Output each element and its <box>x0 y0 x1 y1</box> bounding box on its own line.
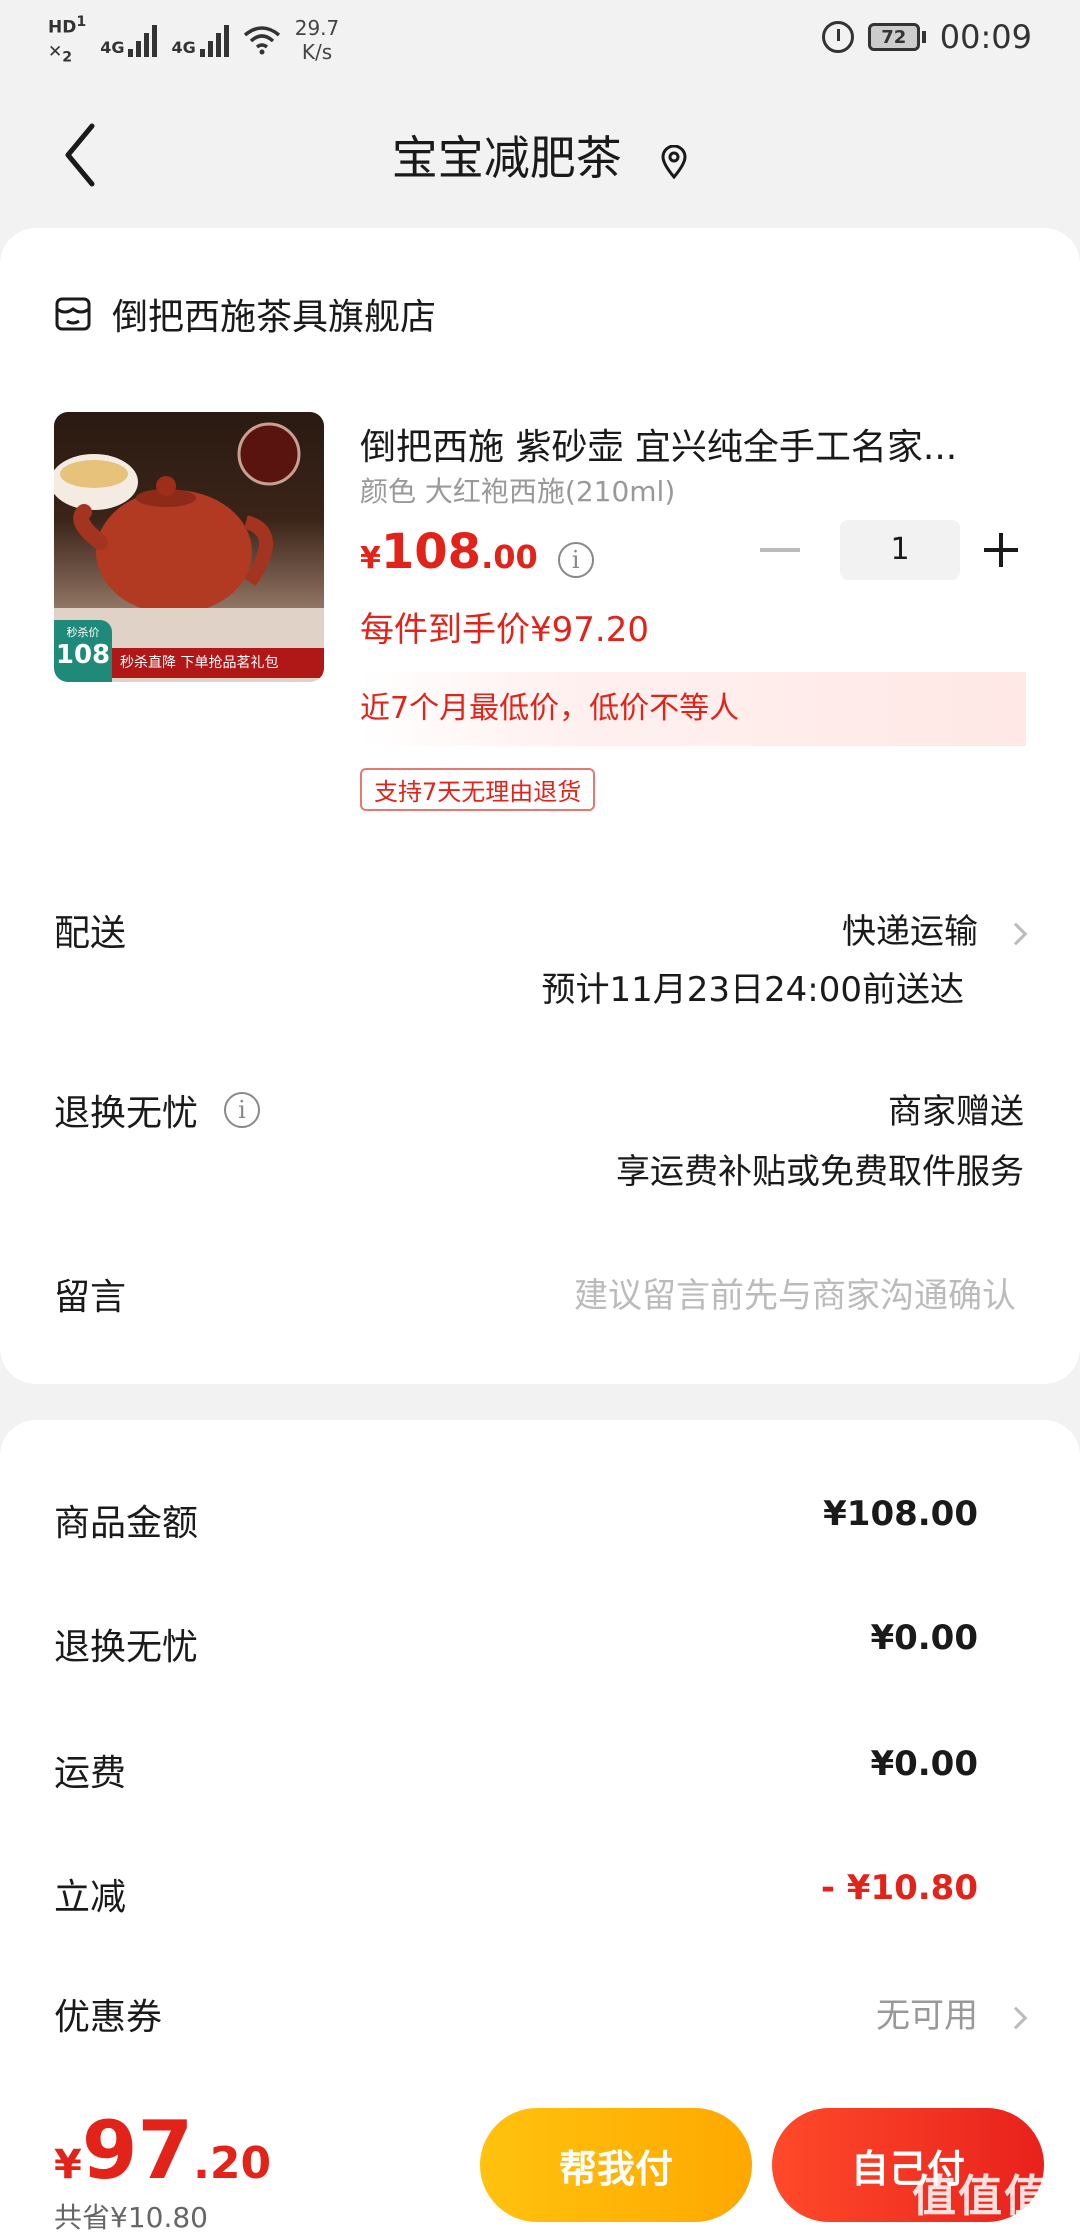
watermark: 值值值 zhizhizhi.com <box>912 2160 1050 2240</box>
total-saved: 共省¥10.80 <box>54 2201 208 2234</box>
alarm-icon <box>821 21 854 53</box>
chevron-right-icon <box>1004 922 1028 945</box>
shipping-value: ¥0.00 <box>870 1744 978 1784</box>
order-card: 倒把西施茶具旗舰店 秒杀价 108 秒杀直降 下单抢品茗礼包 倒把西施 紫砂壶 … <box>0 228 1080 1384</box>
location-pin-icon <box>661 144 687 179</box>
increase-button[interactable] <box>984 530 1024 570</box>
chevron-right-icon <box>1004 2006 1028 2029</box>
shop-header[interactable]: 倒把西施茶具旗舰店 <box>54 288 436 340</box>
per-item-price: 每件到手价¥97.20 <box>360 610 649 650</box>
price-summary-card: 商品金额 ¥108.00 退换无忧 ¥0.00 运费 ¥0.00 立减 - ¥1… <box>0 1420 1080 2140</box>
delivery-label: 配送 <box>54 913 127 954</box>
product-spec[interactable]: 颜色 大红袍西施(210ml) <box>360 470 675 510</box>
flash-sale-badge: 秒杀价 108 <box>54 620 112 682</box>
checkout-bar: ¥ 97 .20 共省¥10.80 帮我付 自己付 值值值 zhizhizhi.… <box>0 2090 1080 2240</box>
flash-sale-label: 秒杀价 <box>66 626 100 639</box>
price-decimal: .00 <box>481 538 538 576</box>
speed-unit: K/s <box>301 39 333 64</box>
watermark-url: zhizhizhi.com <box>913 2224 1049 2240</box>
product-price: ¥ 108 .00 i <box>360 524 594 580</box>
sim2-label: 2 <box>62 49 73 66</box>
net1-label: 4G <box>100 37 125 57</box>
price-info-icon[interactable]: i <box>557 542 594 578</box>
battery-level: 72 <box>867 23 920 51</box>
battery-icon: 72 <box>867 23 926 51</box>
network-speed: 29.7 K/s <box>295 16 340 64</box>
product-title[interactable]: 倒把西施 紫砂壶 宜兴纯全手工名家... <box>360 418 1000 470</box>
speed-value: 29.7 <box>294 15 340 40</box>
help-pay-button[interactable]: 帮我付 <box>480 2108 752 2222</box>
store-icon <box>55 297 91 331</box>
returns-fee-label: 退换无忧 <box>54 1627 199 1668</box>
quantity-stepper: 1 <box>760 520 1024 580</box>
total-price: ¥ 97 .20 <box>54 2104 271 2197</box>
message-input[interactable]: 建议留言前先与商家沟通确认 <box>574 1268 1016 1317</box>
net2-label: 4G <box>171 37 196 57</box>
quantity-value[interactable]: 1 <box>840 520 960 580</box>
delivery-method-row[interactable]: 快递运输 <box>842 904 1028 953</box>
delivery-eta: 预计11月23日24:00前送达 <box>541 970 964 1010</box>
returns-description: 享运费补贴或免费取件服务 <box>616 1152 1024 1192</box>
returns-info-icon[interactable]: i <box>224 1092 261 1128</box>
page-title: 宝宝减肥茶 <box>0 122 1080 188</box>
returns-label: 退换无忧 <box>54 1093 199 1134</box>
discount-label: 立减 <box>54 1877 127 1918</box>
status-bar: HD1 ✕2 4G 4G 29.7 K/s 72 00:09 <box>0 0 1080 78</box>
signal-2-icon: 4G <box>171 23 229 57</box>
promo-banner: 秒杀直降 下单抢品茗礼包 <box>112 648 324 678</box>
goods-amount-label: 商品金额 <box>54 1503 199 1544</box>
signal-1-icon: 4G <box>100 23 158 57</box>
page-title-text: 宝宝减肥茶 <box>391 131 622 185</box>
total-currency: ¥ <box>54 2142 82 2188</box>
total-integer: 97 <box>81 2104 194 2197</box>
product-image[interactable]: 秒杀价 108 秒杀直降 下单抢品茗礼包 <box>54 412 324 682</box>
coupon-value: 无可用 <box>876 1996 978 2036</box>
hd-badge: HD <box>48 17 77 38</box>
discount-value: - ¥10.80 <box>820 1868 978 1908</box>
refund-policy-tag: 支持7天无理由退货 <box>360 768 596 811</box>
returns-provider: 商家赠送 <box>888 1092 1024 1132</box>
goods-amount-value: ¥108.00 <box>823 1494 978 1534</box>
sim-indicator: HD1 ✕2 <box>48 14 87 66</box>
message-label: 留言 <box>54 1277 127 1318</box>
coupon-row[interactable]: 无可用 <box>876 1988 1028 2037</box>
total-decimal: .20 <box>193 2138 272 2189</box>
price-integer: 108 <box>380 524 482 580</box>
wifi-icon <box>243 25 280 55</box>
price-currency: ¥ <box>360 541 381 576</box>
flash-sale-price: 108 <box>55 640 111 670</box>
clock: 00:09 <box>939 18 1032 56</box>
shop-name: 倒把西施茶具旗舰店 <box>112 297 437 338</box>
lowest-price-note: 近7个月最低价，低价不等人 <box>360 672 1026 746</box>
nav-bar: 宝宝减肥茶 <box>0 78 1080 228</box>
decrease-button[interactable] <box>760 548 800 552</box>
watermark-text: 值值值 <box>912 2171 1050 2222</box>
delivery-method: 快递运输 <box>842 912 978 952</box>
returns-fee-value: ¥0.00 <box>870 1618 978 1658</box>
shipping-label: 运费 <box>54 1753 127 1794</box>
sim1-label: 1 <box>76 14 87 30</box>
coupon-label: 优惠券 <box>54 1997 163 2038</box>
returns-row-label: 退换无忧 i <box>54 1084 261 1136</box>
